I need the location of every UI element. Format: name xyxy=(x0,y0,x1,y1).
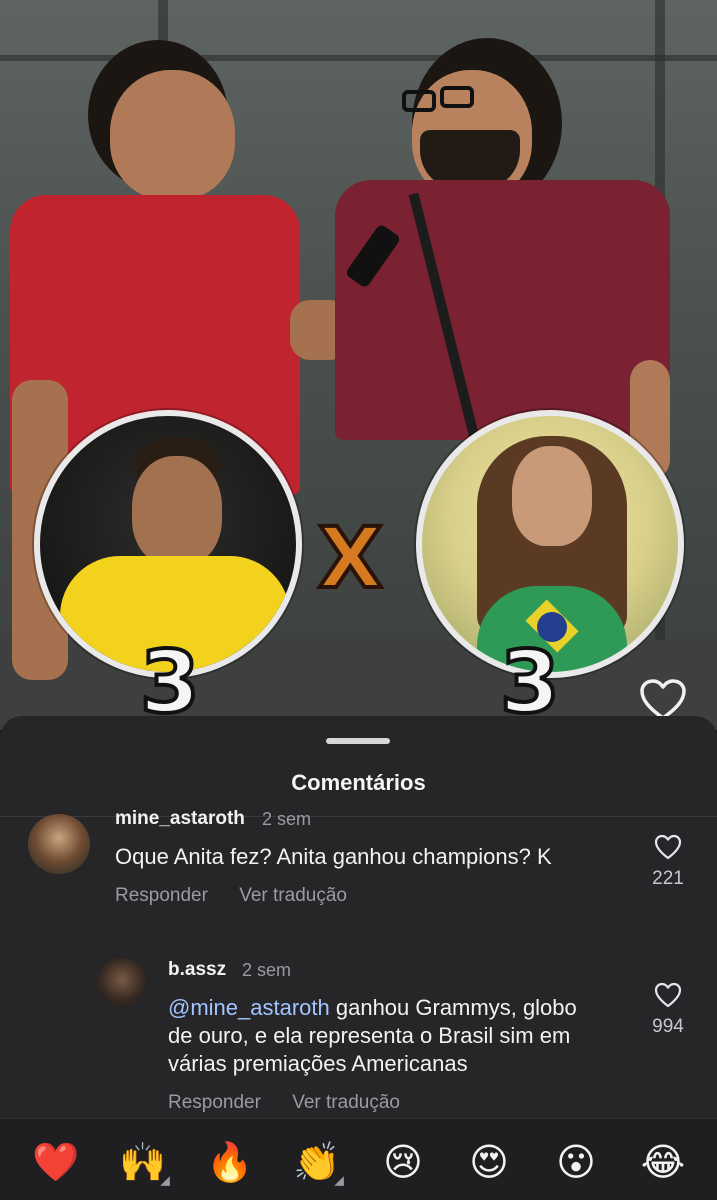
comment-actions: Responder Ver tradução xyxy=(168,1092,426,1114)
crying-face-emoji-icon[interactable]: 😢 xyxy=(380,1139,426,1185)
comment-item: mine_astaroth 2 sem Oque Anita fez? Anit… xyxy=(0,808,717,924)
window-frame xyxy=(0,55,717,61)
avatar[interactable] xyxy=(28,814,90,874)
comment-like[interactable]: 221 xyxy=(648,834,688,890)
like-count: 994 xyxy=(652,1016,684,1037)
comment-text-part: ganhou Grammys, globo xyxy=(329,995,577,1020)
raising-hands-emoji-icon[interactable]: 🙌 xyxy=(119,1139,170,1186)
comment-text: @mine_astaroth ganhou Grammys, globo de … xyxy=(168,994,638,1078)
heart-eyes-emoji-icon[interactable]: 😍 xyxy=(466,1139,512,1185)
heart-outline-icon[interactable] xyxy=(654,834,682,860)
reply-button[interactable]: Responder xyxy=(168,1092,261,1113)
reply-button[interactable]: Responder xyxy=(115,885,208,906)
clapping-hands-emoji-icon[interactable]: 👏 xyxy=(293,1139,344,1186)
more-variants-icon xyxy=(334,1176,344,1186)
comment-time: 2 sem xyxy=(262,809,312,829)
comment-like[interactable]: 994 xyxy=(648,982,688,1038)
tears-of-joy-emoji-icon[interactable]: 😂 xyxy=(640,1139,686,1185)
score-right: 3 xyxy=(498,633,562,730)
translate-button[interactable]: Ver tradução xyxy=(292,1092,400,1113)
versus-label: X xyxy=(316,509,385,607)
reply-item: b.assz 2 sem @mine_astaroth ganhou Gramm… xyxy=(0,956,717,1126)
emoji-reaction-bar: ❤️ 🙌 🔥 👏 😢 😍 😮 😂 xyxy=(0,1118,717,1200)
sheet-title: Comentários xyxy=(291,770,426,795)
video-background[interactable]: 3 X 3 xyxy=(0,0,717,730)
surprised-face-emoji-icon[interactable]: 😮 xyxy=(553,1139,599,1185)
comment-text: Oque Anita fez? Anita ganhou champions? … xyxy=(115,844,552,869)
comment-actions: Responder Ver tradução xyxy=(115,885,373,907)
red-heart-emoji-icon[interactable]: ❤️ xyxy=(32,1139,79,1185)
translate-button[interactable]: Ver tradução xyxy=(239,885,347,906)
fire-emoji-icon[interactable]: 🔥 xyxy=(206,1139,253,1185)
more-variants-icon xyxy=(160,1176,170,1186)
score-left: 3 xyxy=(138,633,202,730)
comment-text-part: de ouro, e ela representa o Brasil sim e… xyxy=(168,1023,571,1048)
comment-username[interactable]: mine_astaroth xyxy=(115,808,245,830)
avatar[interactable] xyxy=(98,958,146,1006)
heart-outline-icon[interactable] xyxy=(654,982,682,1008)
sheet-drag-handle[interactable] xyxy=(326,738,390,744)
comment-time: 2 sem xyxy=(242,960,292,980)
comment-text-part: várias premiações Americanas xyxy=(168,1051,468,1076)
mention-link[interactable]: @mine_astaroth xyxy=(168,995,330,1020)
comment-username[interactable]: b.assz xyxy=(168,959,226,981)
like-count: 221 xyxy=(652,868,684,889)
